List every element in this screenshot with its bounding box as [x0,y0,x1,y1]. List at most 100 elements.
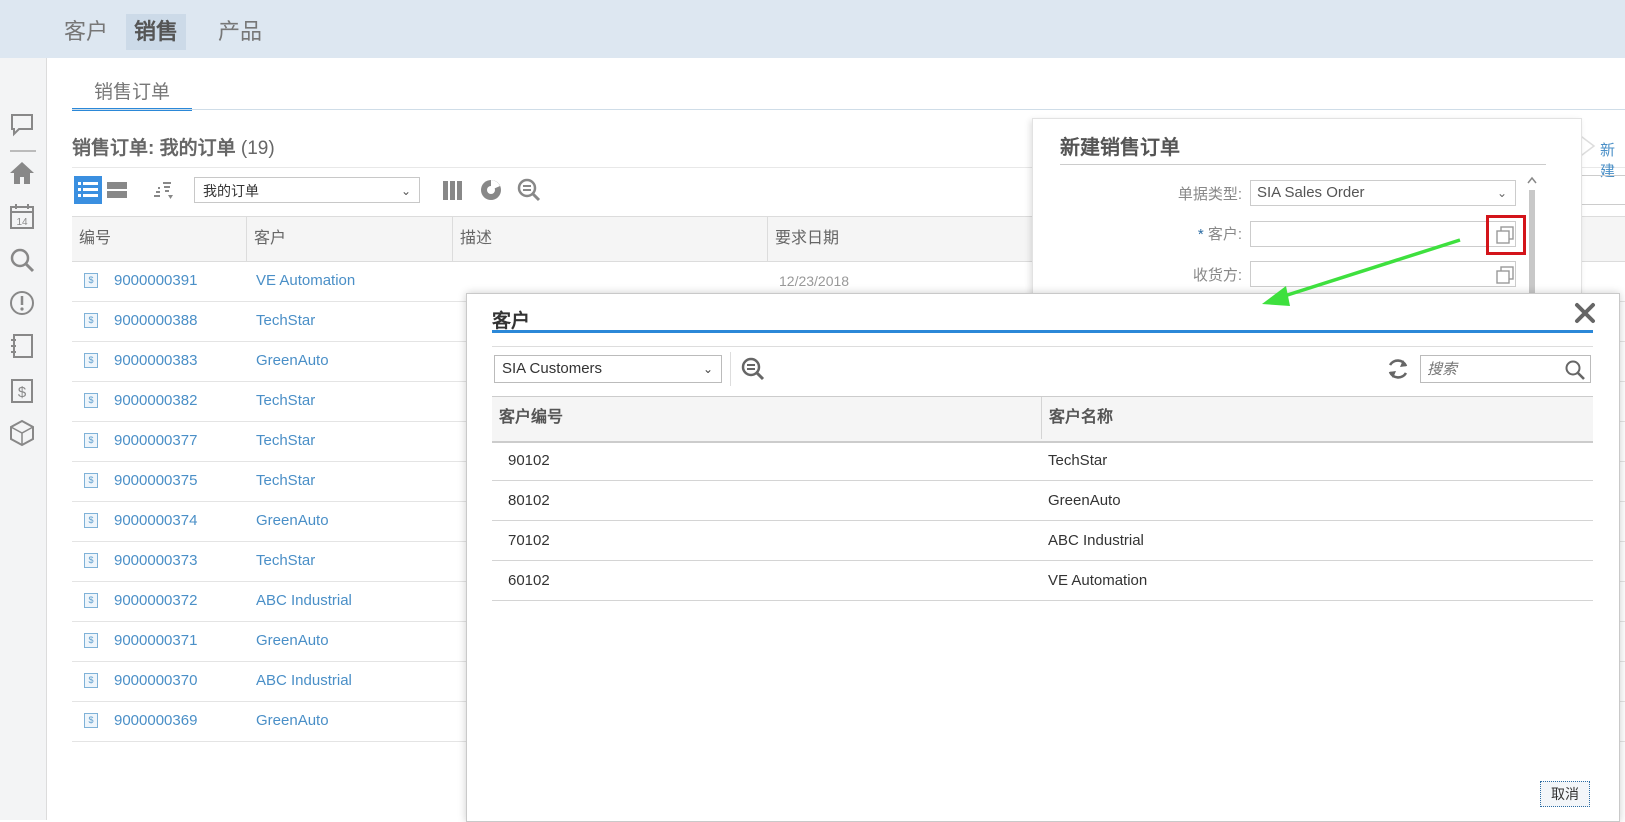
toolbar-separator [730,352,731,386]
alert-icon[interactable] [7,288,37,318]
order-number-link[interactable]: 9000000369 [114,701,197,741]
customer-name: ABC Industrial [1048,532,1144,549]
customer-row[interactable]: 80102 GreenAuto [492,481,1593,521]
order-number-link[interactable]: 9000000382 [114,381,197,421]
doc-type-label: 单据类型: [1177,186,1242,203]
sales-document-icon: $ [84,473,98,488]
tab-products[interactable]: 产品 [210,14,270,50]
customer-link[interactable]: ABC Industrial [256,661,352,701]
chevron-down-icon: ⌄ [702,362,713,376]
tab-sales[interactable]: 销售 [126,14,187,50]
customer-link[interactable]: TechStar [256,421,315,461]
home-icon[interactable] [7,158,37,188]
order-number-link[interactable]: 9000000370 [114,661,197,701]
customer-name: TechStar [1048,452,1108,469]
sales-document-icon: $ [84,313,98,328]
customer-link[interactable]: VE Automation [256,261,355,301]
sales-document-icon: $ [84,273,98,288]
order-number-link[interactable]: 9000000371 [114,621,197,661]
doc-type-select[interactable]: SIA Sales Order ⌄ [1250,180,1516,206]
search-icon[interactable] [7,245,37,275]
customer-row[interactable]: 70102 ABC Industrial [492,521,1593,561]
customer-name: VE Automation [1048,572,1148,589]
customer-link[interactable]: GreenAuto [256,621,329,661]
order-number-link[interactable]: 9000000373 [114,541,197,581]
customer-link[interactable]: TechStar [256,461,315,501]
customer-id: 90102 [508,452,550,469]
list-count: (19) [240,138,275,159]
customer-link[interactable]: ABC Industrial [256,581,352,621]
value-help-icon[interactable] [1496,266,1514,284]
zoom-filter-icon[interactable] [516,177,542,203]
notebook-icon[interactable] [7,331,37,361]
customer-id: 80102 [508,492,550,509]
customer-field[interactable] [1250,221,1516,247]
close-icon[interactable] [1574,302,1596,324]
order-number-link[interactable]: 9000000391 [114,261,197,301]
search-input[interactable] [1427,360,1557,378]
new-sales-order-title: 新建销售订单 [1060,137,1180,159]
top-navigation-bar: 客户 销售 产品 [0,0,1625,58]
cancel-button[interactable]: 取消 [1540,781,1590,807]
search-icon[interactable] [1564,359,1586,386]
order-number-link[interactable]: 9000000377 [114,421,197,461]
calendar-day: 14 [16,217,28,228]
box-icon[interactable] [7,418,37,448]
zoom-filter-icon[interactable] [740,356,766,382]
sales-document-icon: $ [84,673,98,688]
page-tab-sales-orders[interactable]: 销售订单 [72,78,192,111]
customer-row[interactable]: 90102 TechStar [492,441,1593,481]
column-header-number[interactable]: 编号 [72,217,247,261]
sort-icon[interactable] [150,177,176,203]
column-header-customer[interactable]: 客户 [247,217,453,261]
sales-document-icon: $ [84,433,98,448]
money-document-icon[interactable]: $ [7,375,37,405]
customer-link[interactable]: GreenAuto [256,701,329,741]
sales-document-icon: $ [84,353,98,368]
sales-document-icon: $ [84,713,98,728]
sales-document-icon: $ [84,393,98,408]
dialog-title-underline [492,330,1593,333]
order-number-link[interactable]: 9000000375 [114,461,197,501]
chat-icon[interactable] [7,109,37,139]
left-sidebar: 14 $ [0,58,47,820]
required-marker: * [1197,226,1204,243]
table-view-icon[interactable] [104,177,130,203]
customer-view-value: SIA Customers [502,360,603,377]
ship-to-label: 收货方: [1192,267,1242,284]
customer-link[interactable]: GreenAuto [256,501,329,541]
dialog-search-box [1420,355,1591,383]
doc-type-value: SIA Sales Order [1257,184,1365,201]
customer-view-select[interactable]: SIA Customers ⌄ [494,355,722,383]
list-view-icon[interactable] [74,176,102,204]
customer-link[interactable]: TechStar [256,381,315,421]
page-tab-divider [72,109,1625,110]
customer-row[interactable]: 60102 VE Automation [492,561,1593,601]
chart-icon[interactable] [478,177,504,203]
customer-label-text: 客户: [1207,226,1242,243]
tab-customers[interactable]: 客户 [56,14,116,50]
column-header-customer-id[interactable]: 客户编号 [492,397,1042,439]
order-number-link[interactable]: 9000000388 [114,301,197,341]
order-number-link[interactable]: 9000000372 [114,581,197,621]
chevron-down-icon: ⌄ [1496,186,1507,200]
panel-title-divider [1060,164,1546,165]
value-help-highlight [1486,215,1526,255]
calendar-icon[interactable]: 14 [7,201,37,231]
column-header-description[interactable]: 描述 [453,217,768,261]
view-select[interactable]: 我的订单 ⌄ [194,177,420,203]
sales-document-icon: $ [84,513,98,528]
dialog-toolbar-divider [492,346,1593,347]
columns-icon[interactable] [440,177,466,203]
order-number-link[interactable]: 9000000383 [114,341,197,381]
chevron-down-icon: ⌄ [400,184,411,198]
sales-document-icon: $ [84,553,98,568]
list-title-text: 销售订单: 我的订单 [72,138,236,159]
order-number-link[interactable]: 9000000374 [114,501,197,541]
refresh-icon[interactable] [1385,356,1411,382]
customer-link[interactable]: TechStar [256,541,315,581]
customer-link[interactable]: TechStar [256,301,315,341]
customer-link[interactable]: GreenAuto [256,341,329,381]
column-header-customer-name[interactable]: 客户名称 [1042,397,1593,439]
ship-to-field[interactable] [1250,261,1516,287]
